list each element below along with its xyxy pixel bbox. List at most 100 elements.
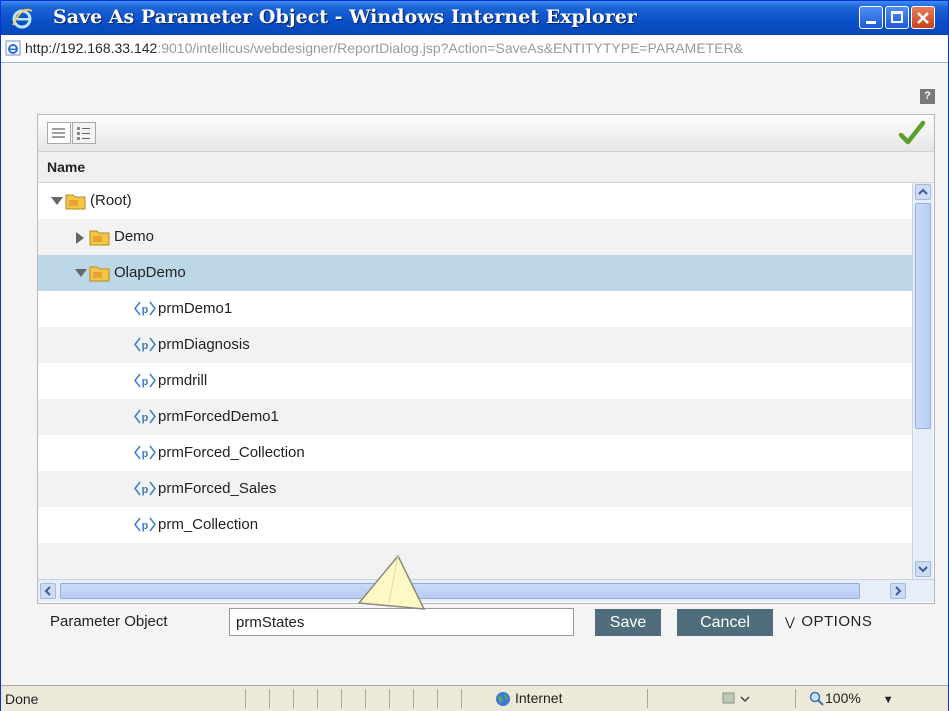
tree-item-label: prm_Collection	[158, 516, 259, 533]
chevron-left-icon	[44, 586, 51, 596]
status-divider	[413, 689, 414, 708]
address-bar[interactable]: http://192.168.33.142:9010/intellicus/we…	[1, 35, 948, 63]
globe-icon	[496, 692, 510, 707]
folder-tree: (Root) Demo OlapDemo p prmDemo1 p prmDia…	[38, 183, 912, 579]
parameter-object-label: Parameter Object	[50, 613, 168, 630]
cancel-button[interactable]: Cancel	[677, 609, 773, 636]
url-text: http://192.168.33.142:9010/intellicus/we…	[25, 40, 743, 56]
tree-item-label: (Root)	[90, 192, 132, 209]
chevron-right-icon	[895, 586, 902, 596]
tree-row-empty	[38, 543, 912, 579]
folder-icon	[65, 194, 86, 210]
vertical-scrollbar[interactable]	[912, 183, 933, 579]
zone-label: Internet	[515, 690, 563, 706]
expanded-arrow-icon[interactable]	[51, 197, 63, 205]
svg-text:p: p	[142, 412, 149, 424]
scroll-left-icon[interactable]	[40, 583, 56, 599]
tree-item-label: prmdrill	[158, 372, 208, 389]
zoom-dropdown-icon[interactable]: ▼	[883, 694, 894, 706]
status-divider	[461, 689, 462, 708]
tree-row-root[interactable]: (Root)	[38, 183, 912, 219]
status-divider	[795, 689, 796, 708]
parameter-icon: p	[134, 337, 156, 352]
collapsed-arrow-icon[interactable]	[76, 232, 84, 244]
horizontal-scroll-thumb[interactable]	[60, 583, 860, 599]
folder-icon	[89, 230, 110, 246]
minimize-button[interactable]	[859, 6, 883, 29]
scroll-down-icon[interactable]	[915, 561, 931, 577]
svg-text:p: p	[142, 484, 149, 496]
window-title: Save As Parameter Object - Windows Inter…	[53, 6, 637, 28]
options-toggle[interactable]: ⋁ OPTIONS	[785, 613, 872, 630]
parameter-object-input[interactable]	[229, 608, 574, 636]
status-bar: Done Internet 100% ▼	[1, 685, 948, 711]
options-label: OPTIONS	[801, 613, 873, 630]
tree-item-label: prmDiagnosis	[158, 336, 250, 353]
status-divider	[317, 689, 318, 708]
zoom-level: 100%	[825, 690, 861, 706]
tree-row-parameter[interactable]: p prmDemo1	[38, 291, 912, 327]
view-toolbar	[38, 115, 934, 152]
tree-row-parameter[interactable]: p prmDiagnosis	[38, 327, 912, 363]
status-divider	[341, 689, 342, 708]
zoom-icon	[809, 692, 824, 707]
tree-item-label: OlapDemo	[114, 264, 186, 281]
scroll-up-icon[interactable]	[915, 184, 931, 200]
status-divider	[437, 689, 438, 708]
save-button[interactable]: Save	[595, 609, 661, 636]
maximize-button[interactable]	[885, 6, 909, 29]
column-header-label: Name	[47, 159, 86, 175]
svg-text:p: p	[142, 376, 149, 388]
security-zone[interactable]: Internet	[495, 690, 562, 707]
security-dropdown-icon	[722, 692, 750, 704]
tree-row-parameter[interactable]: p prmdrill	[38, 363, 912, 399]
tree-row-olapdemo[interactable]: OlapDemo	[38, 255, 912, 291]
tree-item-label: Demo	[114, 228, 155, 245]
dialog-content: ? Name (Root) Demo OlapDemo p prmDemo1 p…	[1, 63, 948, 685]
parameter-icon: p	[134, 445, 156, 460]
checkmark-icon[interactable]	[898, 119, 926, 147]
svg-text:p: p	[142, 520, 149, 532]
vertical-scroll-thumb[interactable]	[915, 203, 931, 429]
chevron-up-icon	[918, 188, 928, 195]
scroll-right-icon[interactable]	[890, 583, 906, 599]
tree-item-label: prmForced_Sales	[158, 480, 277, 497]
status-divider	[389, 689, 390, 708]
svg-text:p: p	[142, 340, 149, 352]
status-divider	[647, 689, 648, 708]
parameter-icon: p	[134, 373, 156, 388]
list-lines-icon	[52, 128, 65, 138]
tree-row-parameter[interactable]: p prmForced_Collection	[38, 435, 912, 471]
list-view-icon[interactable]	[47, 122, 71, 144]
callout-pointer-icon	[357, 554, 426, 610]
parameter-icon: p	[134, 481, 156, 496]
repository-panel: Name (Root) Demo OlapDemo p prmDemo1 p p…	[37, 114, 935, 604]
help-icon[interactable]: ?	[920, 89, 935, 104]
tree-item-label: prmForcedDemo1	[158, 408, 279, 425]
tree-item-label: prmDemo1	[158, 300, 233, 317]
tree-row-demo[interactable]: Demo	[38, 219, 912, 255]
svg-text:p: p	[142, 304, 149, 316]
status-divider	[293, 689, 294, 708]
name-column-header[interactable]: Name	[38, 152, 934, 183]
folder-icon	[89, 266, 110, 282]
chevron-down-icon	[918, 566, 928, 573]
detail-view-icon[interactable]	[72, 122, 96, 144]
svg-text:p: p	[142, 448, 149, 460]
close-icon	[917, 12, 929, 24]
tree-row-parameter[interactable]: p prmForcedDemo1	[38, 399, 912, 435]
expanded-arrow-icon[interactable]	[75, 269, 87, 277]
tree-row-parameter[interactable]: p prmForced_Sales	[38, 471, 912, 507]
status-text: Done	[5, 691, 39, 707]
horizontal-scrollbar[interactable]	[38, 579, 934, 602]
tree-row-parameter[interactable]: p prm_Collection	[38, 507, 912, 543]
status-divider	[245, 689, 246, 708]
status-divider	[365, 689, 366, 708]
protected-mode-icon[interactable]	[721, 690, 751, 709]
url-host: http://192.168.33.142	[25, 40, 158, 56]
close-button[interactable]	[911, 6, 935, 29]
zoom-control[interactable]: 100% ▼	[809, 690, 894, 707]
ie-logo-icon	[12, 8, 33, 29]
title-bar[interactable]: Save As Parameter Object - Windows Inter…	[1, 1, 948, 35]
browser-window: Save As Parameter Object - Windows Inter…	[0, 0, 949, 711]
